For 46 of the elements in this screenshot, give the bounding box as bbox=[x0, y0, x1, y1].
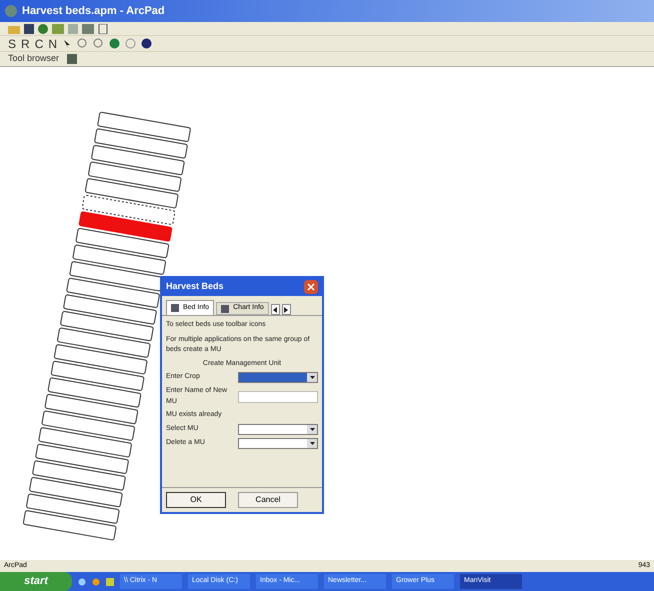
ok-button[interactable]: OK bbox=[166, 492, 226, 508]
bed[interactable] bbox=[62, 294, 157, 325]
bed[interactable] bbox=[60, 310, 154, 342]
bed[interactable] bbox=[84, 178, 179, 209]
left-arrow-icon bbox=[272, 306, 278, 312]
close-button[interactable] bbox=[304, 280, 318, 294]
cancel-button[interactable]: Cancel bbox=[238, 492, 298, 508]
select-dropdown[interactable] bbox=[238, 424, 318, 434]
bed[interactable] bbox=[66, 278, 160, 308]
bed[interactable] bbox=[28, 476, 123, 508]
bed[interactable] bbox=[75, 228, 170, 258]
bed[interactable] bbox=[47, 377, 142, 408]
bed[interactable] bbox=[38, 426, 132, 458]
window-title: Harvest beds.apm - ArcPad bbox=[22, 4, 165, 19]
delete-dropdown[interactable] bbox=[238, 438, 318, 448]
bed[interactable] bbox=[94, 128, 188, 159]
caret-icon bbox=[310, 428, 314, 430]
tool-button[interactable]: S bbox=[8, 34, 16, 52]
bed[interactable] bbox=[56, 327, 151, 358]
bed[interactable] bbox=[82, 194, 176, 226]
bed[interactable] bbox=[90, 144, 185, 176]
bed[interactable] bbox=[26, 493, 120, 524]
selected-bed[interactable] bbox=[78, 211, 172, 242]
bed[interactable] bbox=[32, 460, 126, 491]
bed[interactable] bbox=[54, 344, 148, 375]
bed[interactable] bbox=[41, 410, 136, 442]
bed[interactable] bbox=[88, 161, 182, 192]
name-input-field[interactable] bbox=[238, 390, 318, 402]
crop-dropdown[interactable] bbox=[238, 372, 318, 383]
close-icon bbox=[307, 283, 315, 291]
tool-button[interactable]: C bbox=[34, 34, 44, 52]
bed[interactable] bbox=[50, 360, 145, 392]
tool-button[interactable]: N bbox=[48, 34, 58, 52]
bed[interactable] bbox=[72, 244, 166, 276]
caret-icon bbox=[310, 442, 314, 444]
start-button[interactable]: start bbox=[0, 572, 72, 591]
tool-browser-label: Tool browser bbox=[8, 52, 60, 66]
bed[interactable] bbox=[44, 394, 138, 424]
scroll-right-button[interactable] bbox=[282, 304, 291, 315]
pointer-icon[interactable] bbox=[62, 38, 72, 48]
tool-button[interactable]: R bbox=[21, 34, 30, 52]
bed[interactable] bbox=[35, 444, 130, 474]
dialog-title: Harvest Beds bbox=[166, 280, 224, 294]
right-arrow-icon bbox=[284, 306, 289, 312]
caret-icon bbox=[310, 376, 314, 379]
scroll-left-button[interactable] bbox=[270, 304, 280, 315]
